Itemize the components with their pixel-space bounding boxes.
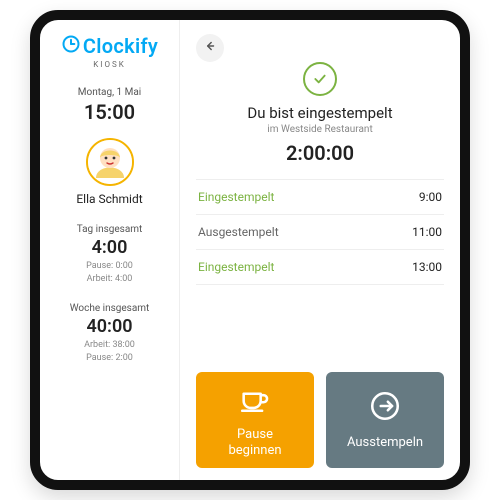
log-label: Eingestempelt [198,190,274,204]
current-time: 15:00 [84,100,135,124]
day-total-block: Tag insgesamt 4:00 Pause: 0:00 Arbeit: 4… [77,224,143,285]
brand-logo-icon [61,34,81,58]
pause-button-label: Pause beginnen [228,427,281,460]
status-area: Du bist eingestempelt im Westside Restau… [196,62,444,165]
log-row: Eingestempelt 9:00 [196,179,444,215]
sidebar: Clockify KIOSK Montag, 1 Mai 15:00 Ella … [40,20,180,480]
week-total-label: Woche insgesamt [70,303,150,314]
week-total-value: 40:00 [70,316,150,337]
log-list: Eingestempelt 9:00 Ausgestempelt 11:00 E… [196,179,444,285]
clockout-button[interactable]: Ausstempeln [326,372,444,468]
main: Du bist eingestempelt im Westside Restau… [180,20,460,480]
arrow-left-icon [203,39,217,57]
log-row: Eingestempelt 13:00 [196,250,444,285]
day-total-label: Tag insgesamt [77,224,143,235]
week-total-sub: Arbeit: 38:00 Pause: 2:00 [70,339,150,364]
status-location: im Westside Restaurant [196,124,444,135]
back-button[interactable] [196,34,224,62]
brand-sub: KIOSK [93,60,125,69]
log-row: Ausgestempelt 11:00 [196,215,444,250]
action-bar: Pause beginnen Ausstempeln [196,362,444,468]
pause-button[interactable]: Pause beginnen [196,372,314,468]
week-total-block: Woche insgesamt 40:00 Arbeit: 38:00 Paus… [70,303,150,364]
brand: Clockify KIOSK [61,34,158,69]
screen: Clockify KIOSK Montag, 1 Mai 15:00 Ella … [40,20,460,480]
clockout-button-label: Ausstempeln [347,435,423,451]
avatar-illustration [88,140,132,184]
brand-name: Clockify [83,34,158,58]
device-frame: Clockify KIOSK Montag, 1 Mai 15:00 Ella … [30,10,470,490]
day-total-value: 4:00 [77,237,143,258]
status-title: Du bist eingestempelt [196,104,444,122]
avatar[interactable] [86,138,134,186]
coffee-cup-icon [238,381,272,419]
current-date: Montag, 1 Mai [78,87,141,98]
log-label: Eingestempelt [198,260,274,274]
check-circle-icon [303,62,337,96]
log-label: Ausgestempelt [198,225,279,239]
log-time: 9:00 [419,190,442,204]
log-time: 13:00 [412,260,442,274]
user-name: Ella Schmidt [76,192,142,206]
day-total-sub: Pause: 0:00 Arbeit: 4:00 [77,260,143,285]
elapsed-time: 2:00:00 [196,141,444,165]
log-time: 11:00 [412,225,442,239]
logout-icon [368,389,402,427]
